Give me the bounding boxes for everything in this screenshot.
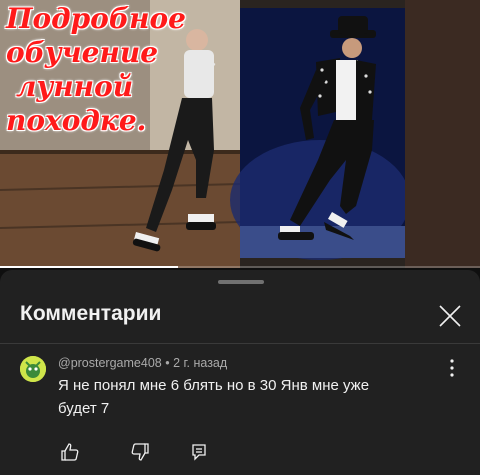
reply-icon (192, 444, 206, 461)
thumb-up-icon (61, 443, 79, 461)
video-progress-bar[interactable] (0, 266, 480, 268)
avatar-image (20, 356, 46, 382)
meta-separator: • (165, 356, 170, 370)
more-vert-icon (450, 359, 454, 377)
drag-handle[interactable] (218, 280, 264, 284)
comment-meta: @prostergame408 • 2 г. назад (58, 356, 227, 370)
comments-title: Комментарии (20, 302, 162, 325)
comments-sheet: Комментарии @prostergame408 • 2 г. назад… (0, 270, 480, 475)
thumb-down-icon (131, 443, 149, 461)
video-progress-fill (0, 266, 178, 268)
video-frame (0, 0, 480, 268)
comment-text: Я не понял мне 6 блять но в 30 Янв мне у… (58, 377, 370, 417)
comment-item: @prostergame408 • 2 г. назад Я не понял … (0, 350, 480, 470)
avatar[interactable] (20, 356, 46, 382)
sheet-divider (0, 343, 480, 344)
close-icon (439, 305, 461, 327)
comment-time: 2 г. назад (173, 356, 228, 370)
reply-button[interactable] (190, 442, 210, 462)
like-button[interactable] (60, 442, 80, 462)
comment-author[interactable]: @prostergame408 (58, 356, 162, 370)
comment-more-button[interactable] (442, 356, 462, 380)
close-button[interactable] (434, 300, 466, 332)
dislike-button[interactable] (130, 442, 150, 462)
video-player[interactable]: Подробное обучение лунной походке. (0, 0, 480, 268)
